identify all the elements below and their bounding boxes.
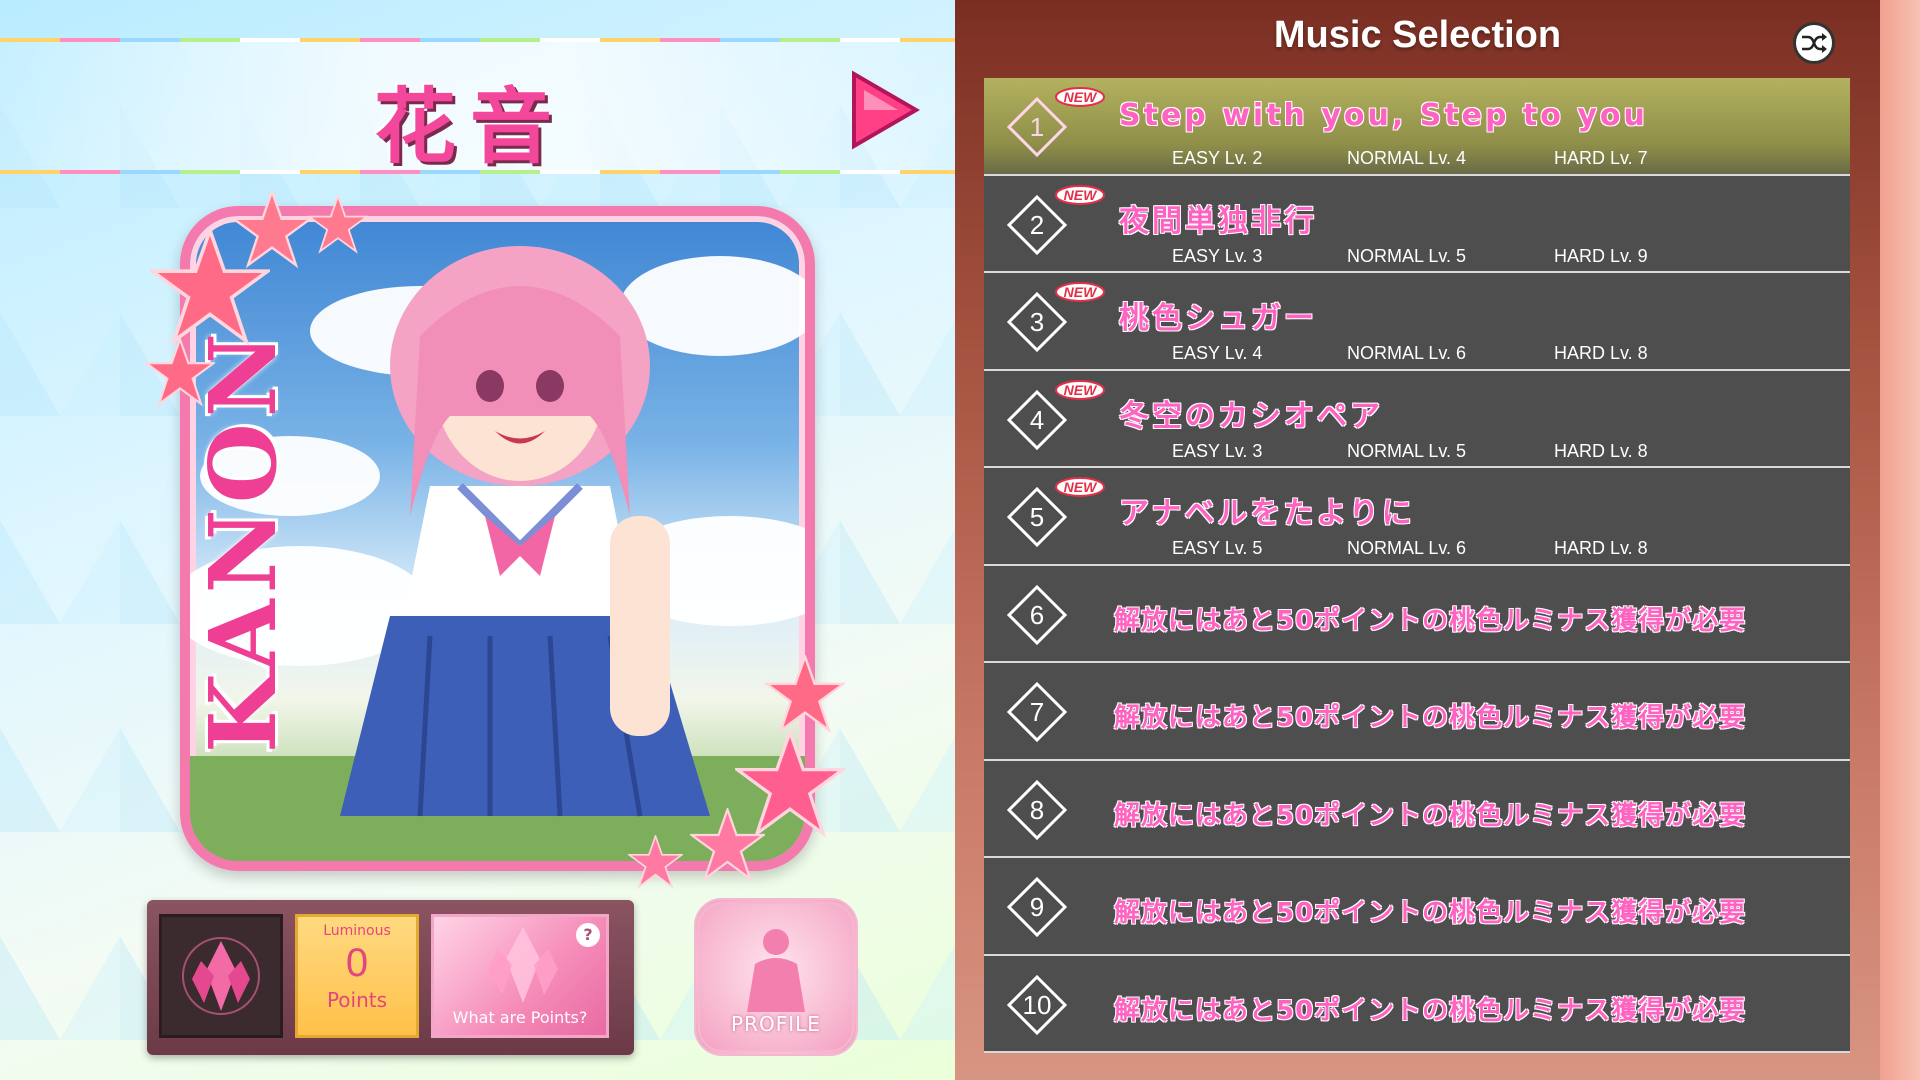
new-badge: NEW [1054, 184, 1106, 206]
music-selection-title: Music Selection [1273, 14, 1562, 56]
song-row[interactable]: 5 NEW アナベルをたよりに EASY Lv. 5 NORMAL Lv. 6 … [984, 468, 1850, 566]
what-are-points-label: What are Points? [452, 1008, 588, 1027]
music-selection-panel: Music Selection 1 NEW Step with you, Ste… [955, 0, 1920, 1080]
crystal-icon [182, 937, 260, 1015]
easy-level: EASY Lv. 3 [1172, 245, 1263, 266]
help-badge-icon: ? [576, 923, 600, 947]
next-character-arrow[interactable] [850, 70, 920, 150]
points-label-bottom: Points [326, 988, 388, 1012]
panel-edge [1880, 0, 1920, 1080]
hard-level: HARD Lv. 8 [1554, 538, 1648, 558]
star-decoration-icon [628, 835, 683, 889]
song-number-badge: 7 [1006, 681, 1068, 743]
easy-level: EASY Lv. 5 [1172, 538, 1263, 558]
normal-level: NORMAL Lv. 4 [1347, 148, 1467, 168]
hard-level: HARD Lv. 7 [1554, 148, 1648, 168]
locked-song-row[interactable]: 10 解放にはあと50ポイントの桃色ルミナス獲得が必要 [984, 955, 1850, 1053]
hard-level: HARD Lv. 8 [1554, 440, 1648, 461]
hard-level: HARD Lv. 8 [1554, 343, 1648, 363]
shuffle-button[interactable] [1793, 22, 1835, 64]
star-decoration-icon [232, 190, 312, 269]
normal-level: NORMAL Lv. 6 [1347, 538, 1467, 558]
song-title: Step with you, Step to you [1119, 98, 1648, 133]
song-row[interactable]: 4 NEW 冬空のカシオペア EASY Lv. 3 NORMAL Lv. 5 H… [984, 370, 1850, 468]
easy-level: EASY Lv. 4 [1172, 343, 1263, 363]
locked-song-row[interactable]: 9 解放にはあと50ポイントの桃色ルミナス獲得が必要 [984, 858, 1850, 956]
unlock-requirement: 解放にはあと50ポイントの桃色ルミナス獲得が必要 [1114, 898, 1747, 928]
normal-level: NORMAL Lv. 5 [1347, 245, 1467, 266]
new-badge: NEW [1054, 86, 1106, 108]
hard-level: HARD Lv. 9 [1554, 245, 1648, 266]
unlock-requirement: 解放にはあと50ポイントの桃色ルミナス獲得が必要 [1114, 605, 1747, 636]
unlock-requirement: 解放にはあと50ポイントの桃色ルミナス獲得が必要 [1114, 995, 1747, 1026]
song-number-badge: 9 [1006, 876, 1068, 938]
song-title: 桃色シュガー [1119, 301, 1317, 336]
normal-level: NORMAL Lv. 5 [1347, 440, 1467, 461]
luminous-points-display: Luminous 0 Points [295, 914, 419, 1038]
profile-label: PROFILE [731, 1012, 821, 1036]
locked-song-row[interactable]: 6 解放にはあと50ポイントの桃色ルミナス獲得が必要 [984, 565, 1850, 663]
song-number-badge: 10 [1006, 974, 1068, 1036]
song-list[interactable]: 1 NEW Step with you, Step to you EASY Lv… [984, 78, 1850, 1080]
song-title: 夜間単独非行 [1119, 203, 1317, 239]
locked-song-row[interactable]: 8 解放にはあと50ポイントの桃色ルミナス獲得が必要 [984, 760, 1850, 858]
play-arrow-icon [852, 70, 920, 150]
star-decoration-icon [690, 808, 765, 882]
points-value: 0 [345, 941, 369, 985]
new-badge: NEW [1054, 476, 1106, 498]
locked-song-row[interactable]: 7 解放にはあと50ポイントの桃色ルミナス獲得が必要 [984, 663, 1850, 761]
character-panel: 花音 KANON Luminous 0 Points ? What are Po… [0, 0, 955, 1080]
points-panel: Luminous 0 Points ? What are Points? [147, 900, 634, 1055]
new-badge: NEW [1054, 281, 1106, 303]
normal-level: NORMAL Lv. 6 [1347, 343, 1467, 363]
unlock-requirement: 解放にはあと50ポイントの桃色ルミナス獲得が必要 [1114, 800, 1747, 831]
star-decoration-icon [765, 655, 845, 734]
easy-level: EASY Lv. 2 [1172, 148, 1263, 168]
star-decoration-icon [145, 338, 215, 407]
what-are-points-button[interactable]: ? What are Points? [431, 914, 609, 1038]
song-title: 冬空のカシオペア [1119, 398, 1383, 434]
profile-button[interactable]: PROFILE [694, 898, 858, 1056]
star-decoration-icon [308, 195, 368, 254]
easy-level: EASY Lv. 3 [1172, 440, 1263, 461]
character-silhouette-icon [747, 929, 805, 1012]
song-number-badge: 8 [1006, 779, 1068, 841]
crystal-slot [159, 914, 283, 1038]
song-row[interactable]: 2 NEW 夜間単独非行 EASY Lv. 3 NORMAL Lv. 5 HAR… [984, 175, 1850, 273]
new-badge: NEW [1054, 379, 1106, 401]
song-row[interactable]: 3 NEW 桃色シュガー EASY Lv. 4 NORMAL Lv. 6 HAR… [984, 273, 1850, 371]
unlock-requirement: 解放にはあと50ポイントの桃色ルミナス獲得が必要 [1114, 703, 1747, 733]
song-number-badge: 6 [1006, 584, 1068, 646]
points-label-top: Luminous [323, 923, 391, 939]
crystal-icon [488, 927, 558, 1003]
character-name: 花音 [373, 80, 566, 175]
song-title: アナベルをたよりに [1119, 496, 1415, 531]
shuffle-icon [1802, 33, 1827, 53]
song-row[interactable]: 1 NEW Step with you, Step to you EASY Lv… [984, 78, 1850, 176]
